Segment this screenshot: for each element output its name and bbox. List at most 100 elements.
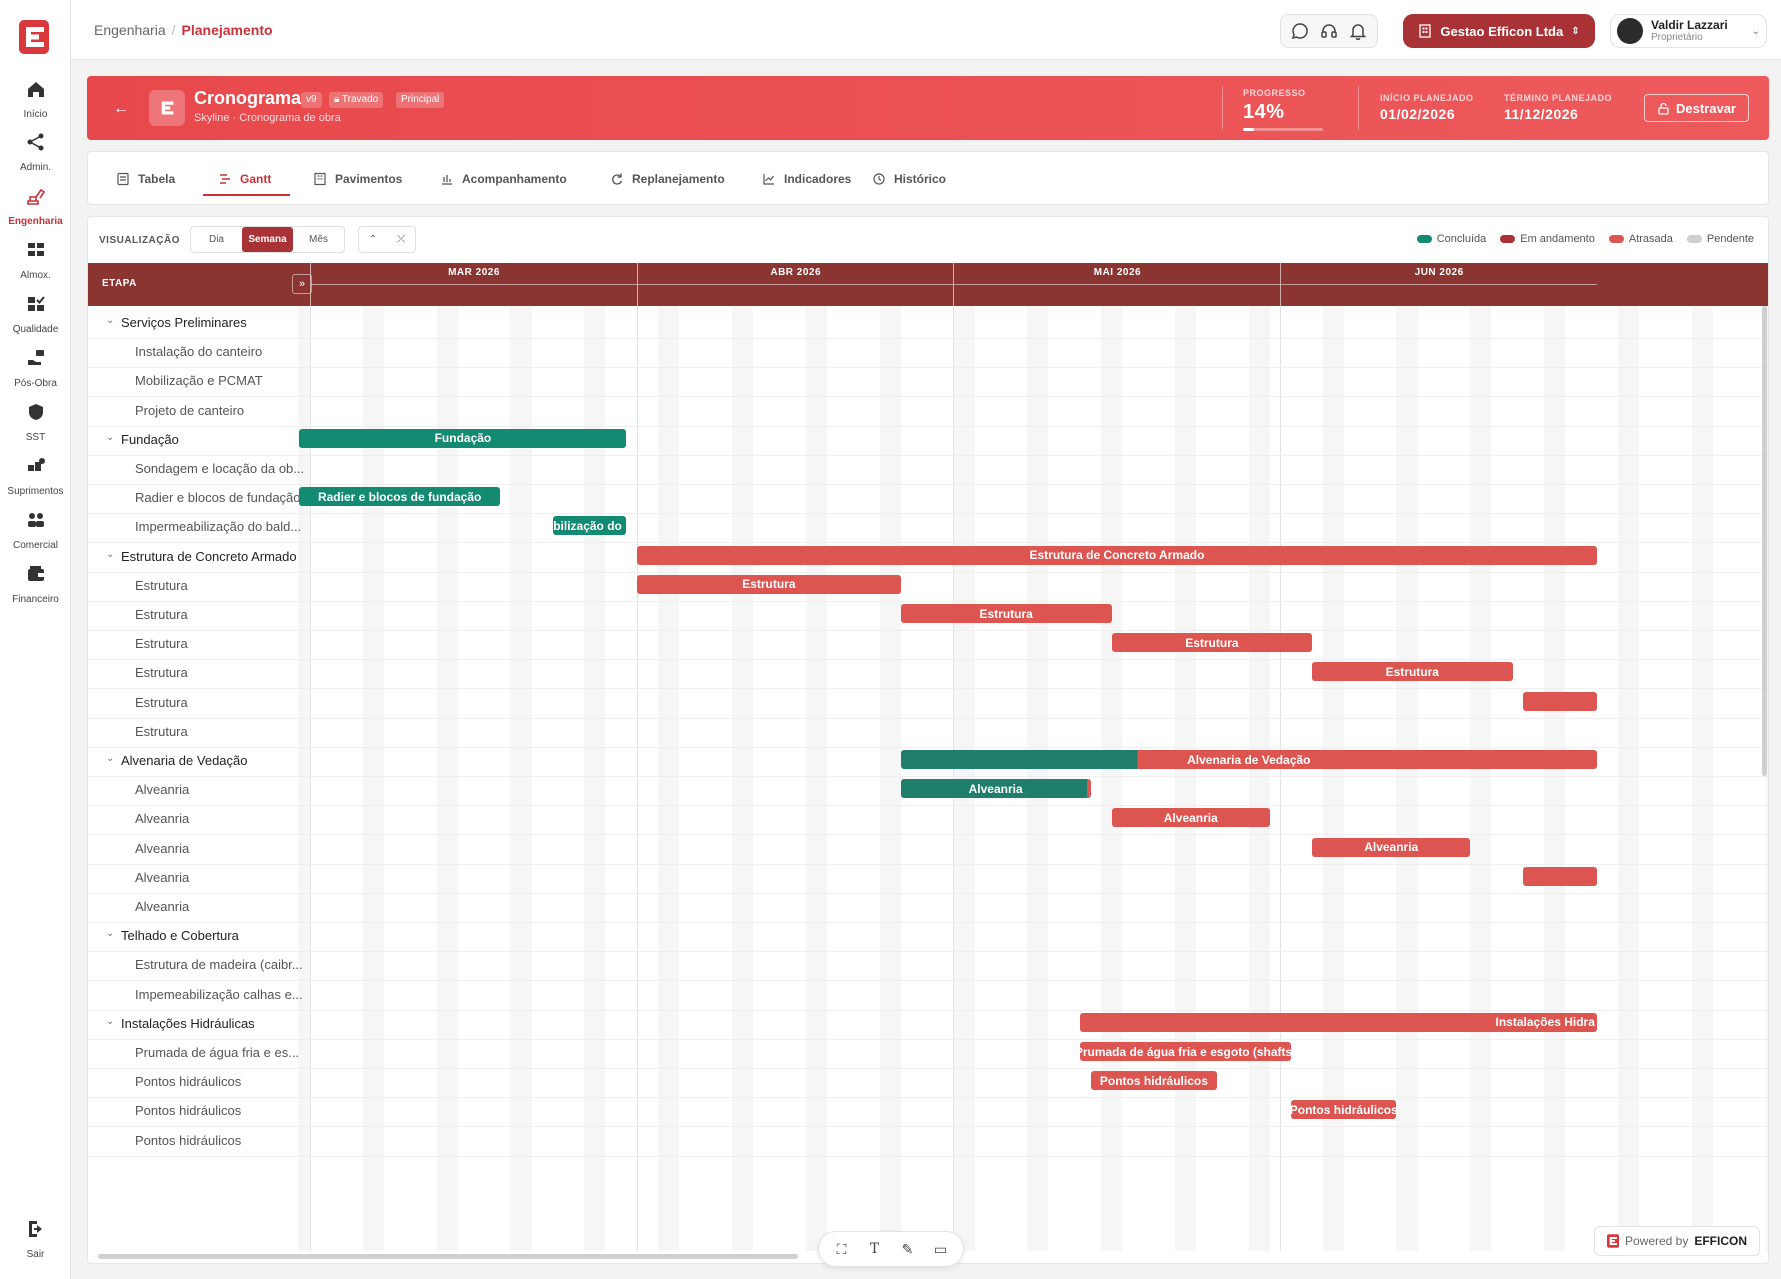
gantt-task-row[interactable]: Impermeabilização do bald... abilização d… [88, 510, 1768, 544]
gantt-group-row[interactable]: ⌄ Telhado e Cobertura [88, 919, 1768, 953]
sidebar-item-pósobra[interactable]: Pós-Obra [0, 347, 71, 391]
gantt-bar[interactable]: Estrutura [637, 574, 901, 594]
chevron-down-icon[interactable]: ⌄ [106, 1016, 114, 1027]
gantt-task-row[interactable]: Radier e blocos de fundação Radier e bloc… [88, 481, 1768, 515]
pencil-icon[interactable]: ✎ [897, 1238, 919, 1260]
gantt-task-row[interactable]: Projeto de canteiro [88, 394, 1768, 427]
user-menu[interactable]: Valdir Lazzari Proprietário ⌄ [1610, 14, 1767, 48]
headset-icon[interactable] [1318, 20, 1340, 42]
collapse-all-icon[interactable]: ⤫ [397, 234, 405, 245]
vertical-scrollbar[interactable] [1762, 306, 1767, 776]
month-header: MAR 2026 [310, 263, 637, 306]
gantt-task-row[interactable]: Instalação do canteiro [88, 335, 1768, 369]
chevron-down-icon[interactable]: ⌄ [106, 432, 114, 443]
gantt-task-row[interactable]: Estrutura Estrutura [88, 598, 1768, 631]
gantt-task-row[interactable]: Alveanria [88, 890, 1768, 923]
gantt-bar[interactable]: Instalações Hidra [1080, 1012, 1597, 1032]
gantt-task-row[interactable]: Prumada de água fria e es... Prumada de á… [88, 1036, 1768, 1069]
gantt-bar[interactable]: Radier e blocos de fundação [299, 487, 500, 507]
view-option-dia[interactable]: Dia [191, 227, 242, 252]
breadcrumb-root[interactable]: Engenharia [94, 22, 166, 38]
gantt-group-row[interactable]: ⌄ Fundação Fundação [88, 423, 1768, 456]
tab-gantt[interactable]: Gantt [218, 170, 271, 188]
sidebar-item-admin[interactable]: Admin. [0, 131, 71, 175]
gantt-task-row[interactable]: Pontos hidráulicos Pontos hidráulicos [88, 1065, 1768, 1099]
powered-by-label: Powered by [1624, 1234, 1689, 1248]
gantt-group-row[interactable]: ⌄ Instalações Hidráulicas Instalações Hidr… [88, 1007, 1768, 1040]
gantt-task-row[interactable]: Estrutura Estrutura [88, 656, 1768, 690]
sidebar-item-financeiro[interactable]: Financeiro [0, 563, 71, 607]
view-option-semana[interactable]: Semana [242, 227, 293, 252]
logout-button[interactable]: Sair [0, 1218, 71, 1262]
tab-histórico[interactable]: Histórico [872, 170, 946, 188]
gantt-task-row[interactable]: Alveanria Alveanria [88, 773, 1768, 807]
gantt-task-row[interactable]: Alveanria [88, 861, 1768, 894]
gantt-group-row[interactable]: ⌄ Estrutura de Concreto Armado Estrutura d… [88, 540, 1768, 573]
gantt-bar[interactable]: Estrutura [900, 604, 1112, 623]
gantt-task-row[interactable]: Impemeabilização calhas e... [88, 978, 1768, 1011]
gantt-bar[interactable]: Alveanria [1312, 837, 1471, 857]
gantt-task-row[interactable]: Estrutura Estrutura [88, 627, 1768, 661]
expand-all-icon[interactable]: ⌃ [369, 234, 377, 245]
chat-icon[interactable] [1289, 20, 1311, 42]
company-selector[interactable]: Gestao Efficon Ltda ⇕ [1403, 14, 1595, 48]
gantt-bar[interactable]: Estrutura [1312, 662, 1513, 682]
gantt-bar[interactable]: Pontos hidráulicos [1291, 1100, 1397, 1120]
gantt-bar[interactable]: Alvenaria de Vedação [900, 750, 1597, 769]
back-arrow-icon[interactable]: ← [113, 100, 129, 118]
gantt-bar[interactable]: Fundação [299, 428, 627, 448]
brand-name: EFFICON [1694, 1234, 1748, 1248]
bell-icon[interactable] [1347, 20, 1369, 42]
gantt-task-row[interactable]: Estrutura de madeira (caibr... [88, 948, 1768, 982]
tab-replanejamento[interactable]: Replanejamento [610, 170, 725, 188]
comment-icon[interactable]: ▭ [930, 1238, 952, 1260]
chevron-down-icon[interactable]: ⌄ [106, 315, 114, 326]
sidebar-item-suprimentos[interactable]: Suprimentos [0, 455, 71, 499]
gantt-task-row[interactable]: Estrutura [88, 715, 1768, 748]
gantt-bar[interactable]: Prumada de água fria e esgoto (shafts) [1080, 1042, 1291, 1061]
gantt-bar[interactable]: Pontos hidráulicos [1090, 1071, 1218, 1091]
gantt-bar[interactable]: abilização do b [552, 516, 627, 536]
gantt-task-row[interactable]: Alveanria Alveanria [88, 832, 1768, 865]
tab-indicadores[interactable]: Indicadores [762, 170, 851, 188]
gantt-bar[interactable]: Estrutura [1111, 633, 1313, 653]
gantt-bar-label: Alveanria [1163, 810, 1218, 825]
gantt-bar[interactable] [1523, 691, 1597, 711]
unlock-button[interactable]: Destravar [1644, 94, 1749, 122]
gantt-task-row[interactable]: Estrutura [88, 686, 1768, 719]
gantt-group-row[interactable]: ⌄ Alvenaria de Vedação Alvenaria de Vedaçã… [88, 744, 1768, 777]
gantt-task-row[interactable]: Pontos hidráulicos Pontos hidráulicos [88, 1094, 1768, 1128]
tab-acompanhamento[interactable]: Acompanhamento [440, 170, 567, 188]
gantt-task-row[interactable]: Mobilização e PCMAT [88, 364, 1768, 398]
gantt-bar[interactable]: Alveanria [900, 779, 1091, 799]
chevron-down-icon[interactable]: ⌄ [106, 549, 114, 560]
refresh-icon [612, 173, 623, 185]
sidebar-item-almox[interactable]: Almox. [0, 239, 71, 283]
select-icon[interactable]: ⛶ [831, 1238, 853, 1260]
stage-name: Estrutura [135, 607, 188, 622]
sidebar-item-sst[interactable]: SST [0, 401, 71, 445]
horizontal-scrollbar[interactable] [98, 1254, 798, 1259]
gantt-task-row[interactable]: Sondagem e locação da ob... [88, 452, 1768, 485]
gantt-bar[interactable] [1523, 866, 1597, 886]
sidebar-item-comercial[interactable]: Comercial [0, 509, 71, 553]
chevron-down-icon[interactable]: ⌄ [106, 928, 114, 939]
gantt-bar[interactable]: Alveanria [1111, 808, 1270, 828]
sidebar-item-qualidade[interactable]: Qualidade [0, 293, 71, 337]
text-tool-icon[interactable]: T [864, 1238, 886, 1260]
gantt-bar[interactable]: Estrutura de Concreto Armado [637, 545, 1597, 565]
gantt-task-row[interactable]: Alveanria Alveanria [88, 802, 1768, 836]
tab-pavimentos[interactable]: Pavimentos [313, 170, 402, 188]
collapse-column-button[interactable]: » [292, 274, 312, 294]
stage-name: Radier e blocos de fundação [135, 490, 301, 506]
gantt-task-row[interactable]: Pontos hidráulicos [88, 1124, 1768, 1157]
powered-by-badge: Powered by EFFICON [1594, 1226, 1760, 1256]
chevron-down-icon[interactable]: ⌄ [106, 753, 114, 764]
sidebar-item-engenharia[interactable]: Engenharia [0, 185, 71, 229]
gantt-task-row[interactable]: Estrutura Estrutura [88, 569, 1768, 602]
sidebar-item-início[interactable]: Início [0, 78, 71, 122]
gantt-group-row[interactable]: ⌄ Serviços Preliminares [88, 306, 1768, 339]
view-option-mês[interactable]: Mês [293, 227, 344, 252]
tab-tabela[interactable]: Tabela [116, 170, 175, 188]
efficon-logo[interactable] [19, 20, 49, 54]
